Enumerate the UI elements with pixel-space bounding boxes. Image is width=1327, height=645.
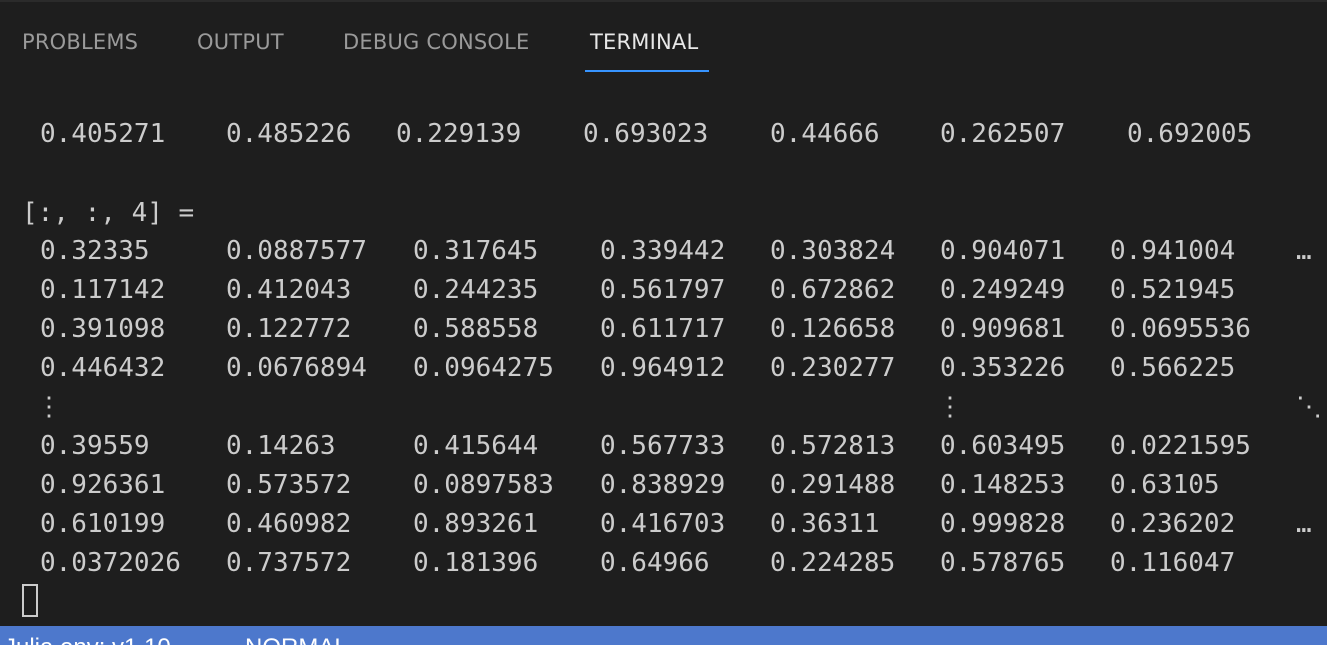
matrix-cell: 0.122772 xyxy=(226,314,352,344)
matrix-cell: 0.415644 xyxy=(413,431,539,461)
slice-header: [:, :, 4] = xyxy=(22,198,195,228)
matrix-cell: 0.0372026 xyxy=(40,548,181,578)
matrix-cell: 0.838929 xyxy=(600,470,726,500)
matrix-cell: 0.567733 xyxy=(600,431,726,461)
matrix-cell: 0.692005 xyxy=(1127,119,1253,149)
status-mode[interactable]: NORMAL xyxy=(245,634,348,645)
matrix-cell: 0.909681 xyxy=(940,314,1066,344)
matrix-cell: 0.44666 xyxy=(770,119,880,149)
vertical-ellipsis: ⋮ xyxy=(937,392,963,422)
matrix-cell: 0.412043 xyxy=(226,275,352,305)
matrix-row: 0.405271 0.485226 0.229139 0.693023 0.44666 0… xyxy=(0,116,1327,152)
matrix-cell: 0.904071 xyxy=(940,236,1066,266)
matrix-cell: 0.317645 xyxy=(413,236,539,266)
terminal-cursor xyxy=(22,584,38,617)
truncation-ellipsis: … xyxy=(1296,509,1312,539)
matrix-row: 0.446432 0.0676894 0.0964275 0.964912 0.2302… xyxy=(0,350,1327,386)
matrix-cell: 0.0964275 xyxy=(413,353,554,383)
matrix-cell: 0.0897583 xyxy=(413,470,554,500)
matrix-cell: 0.737572 xyxy=(226,548,352,578)
matrix-cell: 0.0695536 xyxy=(1110,314,1251,344)
matrix-cell: 0.236202 xyxy=(1110,509,1236,539)
diagonal-ellipsis: ⋱ xyxy=(1296,392,1322,422)
status-bar: Julia env: v1.10 NORMAL xyxy=(0,626,1327,645)
matrix-cell: 0.391098 xyxy=(40,314,166,344)
matrix-cell: 0.117142 xyxy=(40,275,166,305)
matrix-cell: 0.941004 xyxy=(1110,236,1236,266)
terminal-panel: PROBLEMS OUTPUT DEBUG CONSOLE TERMINAL 0… xyxy=(0,0,1327,645)
matrix-cell: 0.572813 xyxy=(770,431,896,461)
matrix-row: 0.117142 0.412043 0.244235 0.561797 0.672862… xyxy=(0,272,1327,308)
matrix-cell: 0.446432 xyxy=(40,353,166,383)
matrix-cell: 0.521945 xyxy=(1110,275,1236,305)
matrix-row: 0.32335 0.0887577 0.317645 0.339442 0.303824… xyxy=(0,233,1327,269)
matrix-cell: 0.116047 xyxy=(1110,548,1236,578)
matrix-cell: 0.224285 xyxy=(770,548,896,578)
vertical-ellipsis: ⋮ xyxy=(36,392,62,422)
matrix-cell: 0.339442 xyxy=(600,236,726,266)
matrix-row: 0.391098 0.122772 0.588558 0.611717 0.126658… xyxy=(0,311,1327,347)
matrix-cell: 0.926361 xyxy=(40,470,166,500)
matrix-cell: 0.566225 xyxy=(1110,353,1236,383)
status-language[interactable]: Julia env: v1.10 xyxy=(4,634,171,645)
matrix-row: 0.39559 0.14263 0.415644 0.567733 0.572813 0.… xyxy=(0,428,1327,464)
matrix-row: 0.0372026 0.737572 0.181396 0.64966 0.224285… xyxy=(0,545,1327,581)
matrix-cell: 0.126658 xyxy=(770,314,896,344)
matrix-cell: 0.39559 xyxy=(40,431,150,461)
matrix-cell: 0.588558 xyxy=(413,314,539,344)
matrix-cell: 0.244235 xyxy=(413,275,539,305)
matrix-cell: 0.291488 xyxy=(770,470,896,500)
matrix-cell: 0.693023 xyxy=(583,119,709,149)
matrix-cell: 0.964912 xyxy=(600,353,726,383)
matrix-cell: 0.36311 xyxy=(770,509,880,539)
matrix-cell: 0.485226 xyxy=(226,119,352,149)
matrix-cell: 0.460982 xyxy=(226,509,352,539)
matrix-cell: 0.603495 xyxy=(940,431,1066,461)
matrix-cell: 0.181396 xyxy=(413,548,539,578)
matrix-row: 0.610199 0.460982 0.893261 0.416703 0.36311 0… xyxy=(0,506,1327,542)
matrix-cell: 0.32335 xyxy=(40,236,150,266)
matrix-cell: 0.229139 xyxy=(396,119,522,149)
matrix-cell: 0.64966 xyxy=(600,548,710,578)
matrix-cell: 0.893261 xyxy=(413,509,539,539)
matrix-cell: 0.578765 xyxy=(940,548,1066,578)
matrix-cell: 0.611717 xyxy=(600,314,726,344)
matrix-cell: 0.405271 xyxy=(40,119,166,149)
matrix-cell: 0.561797 xyxy=(600,275,726,305)
matrix-cell: 0.230277 xyxy=(770,353,896,383)
matrix-cell: 0.672862 xyxy=(770,275,896,305)
terminal-output[interactable]: 0.405271 0.485226 0.229139 0.693023 0.44666 0… xyxy=(0,2,1327,626)
matrix-row: 0.926361 0.573572 0.0897583 0.838929 0.29148… xyxy=(0,467,1327,503)
matrix-cell: 0.416703 xyxy=(600,509,726,539)
ellipsis-row: ⋮ ⋮ ⋱ xyxy=(0,389,1327,425)
matrix-cell: 0.610199 xyxy=(40,509,166,539)
matrix-cell: 0.14263 xyxy=(226,431,336,461)
matrix-cell: 0.999828 xyxy=(940,509,1066,539)
matrix-cell: 0.353226 xyxy=(940,353,1066,383)
matrix-cell: 0.303824 xyxy=(770,236,896,266)
matrix-cell: 0.0676894 xyxy=(226,353,367,383)
matrix-cell: 0.0887577 xyxy=(226,236,367,266)
matrix-cell: 0.0221595 xyxy=(1110,431,1251,461)
truncation-ellipsis: … xyxy=(1296,236,1312,266)
matrix-cell: 0.573572 xyxy=(226,470,352,500)
matrix-cell: 0.148253 xyxy=(940,470,1066,500)
matrix-cell: 0.262507 xyxy=(940,119,1066,149)
slice-header-line: [:, :, 4] = xyxy=(0,195,1327,231)
matrix-cell: 0.249249 xyxy=(940,275,1066,305)
matrix-cell: 0.63105 xyxy=(1110,470,1220,500)
